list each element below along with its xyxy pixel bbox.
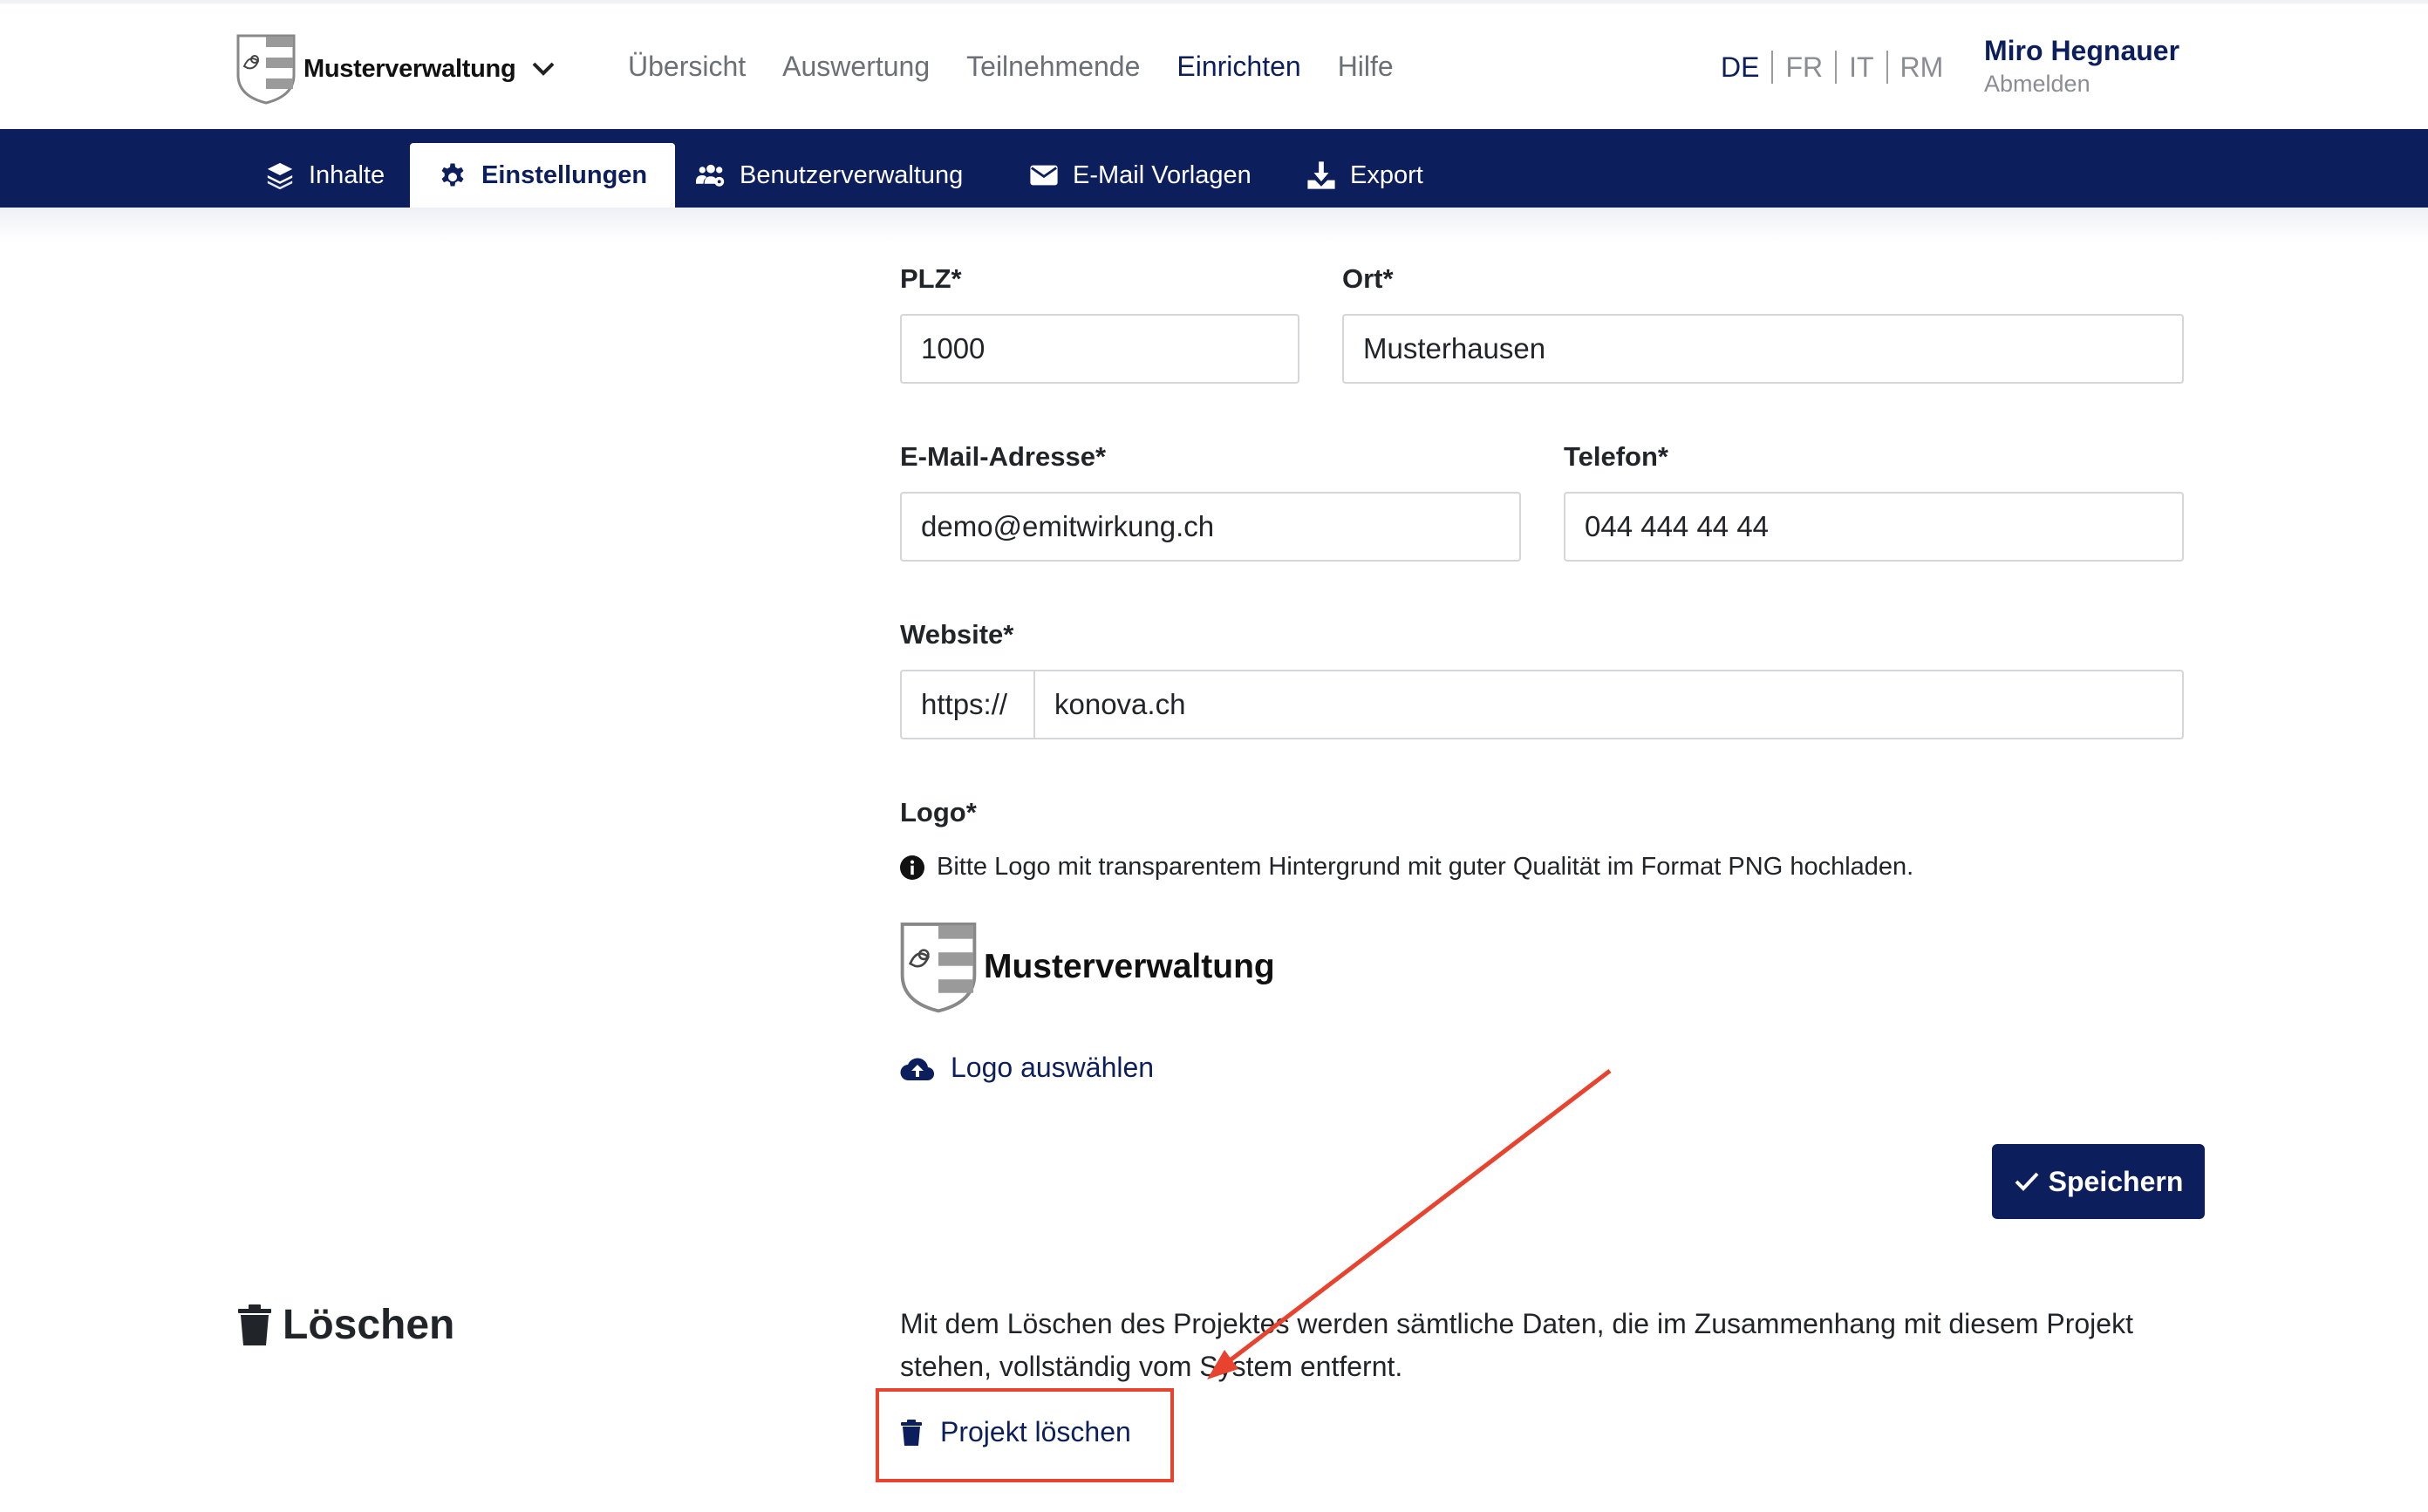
info-circle-icon	[900, 855, 924, 880]
lang-divider	[1771, 51, 1774, 84]
tab-label: Benutzerverwaltung	[740, 160, 964, 189]
lang-it[interactable]: IT	[1849, 51, 1873, 84]
trash-icon	[238, 1304, 271, 1345]
email-label: E-Mail-Adresse*	[900, 441, 1107, 472]
envelope-icon	[1030, 165, 1058, 186]
logo-preview: Musterverwaltung	[898, 921, 1275, 1013]
telefon-label: Telefon*	[1564, 441, 1668, 472]
lang-fr[interactable]: FR	[1785, 51, 1823, 84]
chevron-down-icon	[532, 62, 555, 76]
tab-email-vorlagen[interactable]: E-Mail Vorlagen	[1001, 143, 1279, 208]
crest-logo-icon	[900, 922, 977, 1013]
tab-inhalte[interactable]: Inhalte	[237, 143, 413, 208]
download-icon	[1307, 161, 1335, 189]
logout-link[interactable]: Abmelden	[1984, 71, 2179, 98]
lang-divider	[1886, 51, 1888, 84]
settings-subnav: Inhalte Einstellungen Benutzerverwaltung…	[0, 129, 2428, 208]
telefon-field[interactable]: 044 444 44 44	[1564, 492, 2184, 562]
subnav-shadow	[0, 208, 2428, 242]
nav-auswertung[interactable]: Auswertung	[782, 51, 930, 83]
gear-icon	[441, 163, 464, 187]
logo-hint: Bitte Logo mit transparentem Hintergrund…	[900, 853, 1913, 882]
cloud-upload-icon	[900, 1058, 935, 1080]
checkmark-icon	[2015, 1172, 2039, 1191]
nav-hilfe[interactable]: Hilfe	[1338, 51, 1394, 83]
email-field[interactable]: demo@emitwirkung.ch	[900, 492, 1521, 562]
layers-icon	[267, 162, 293, 190]
tab-label: Inhalte	[309, 160, 385, 189]
logo-upload-link[interactable]: Logo auswählen	[900, 1052, 1154, 1084]
tab-einstellungen[interactable]: Einstellungen	[410, 143, 676, 208]
tab-benutzerverwaltung[interactable]: Benutzerverwaltung	[668, 143, 991, 208]
users-gear-icon	[696, 164, 725, 187]
ort-field[interactable]: Musterhausen	[1342, 314, 2184, 384]
crest-logo-icon	[236, 34, 296, 105]
logo-label: Logo*	[900, 797, 977, 828]
tab-label: E-Mail Vorlagen	[1073, 160, 1252, 189]
save-button-label: Speichern	[2048, 1165, 2184, 1197]
plz-field[interactable]: 1000	[900, 314, 1299, 384]
logo-preview-name: Musterverwaltung	[984, 948, 1275, 985]
plz-label: PLZ*	[900, 263, 962, 294]
save-button[interactable]: Speichern	[1992, 1144, 2205, 1219]
user-menu: Miro Hegnauer Abmelden	[1984, 35, 2179, 98]
tab-label: Einstellungen	[481, 160, 648, 189]
lang-divider	[1835, 51, 1838, 84]
lang-de[interactable]: DE	[1721, 51, 1759, 84]
tab-export[interactable]: Export	[1279, 143, 1451, 208]
top-header: Musterverwaltung Übersicht Auswertung Te…	[0, 0, 2428, 129]
website-field[interactable]: konova.ch	[1033, 670, 2184, 739]
ort-label: Ort*	[1342, 263, 1394, 294]
tab-label: Export	[1350, 160, 1423, 189]
lang-rm[interactable]: RM	[1900, 51, 1944, 84]
user-name: Miro Hegnauer	[1984, 35, 2180, 66]
logo-hint-text: Bitte Logo mit transparentem Hintergrund…	[937, 853, 1914, 881]
logo-upload-label: Logo auswählen	[951, 1052, 1155, 1083]
website-prefix: https://	[900, 670, 1035, 739]
annotation-highlight-box	[876, 1388, 1174, 1482]
delete-description: Mit dem Löschen des Projektes werden säm…	[900, 1308, 2133, 1382]
brand-name: Musterverwaltung	[304, 54, 516, 83]
delete-title-text: Löschen	[283, 1302, 455, 1348]
main-nav: Übersicht Auswertung Teilnehmende Einric…	[628, 51, 1430, 83]
brand-switcher[interactable]: Musterverwaltung	[235, 33, 556, 105]
nav-einrichten[interactable]: Einrichten	[1176, 51, 1300, 83]
nav-uebersicht[interactable]: Übersicht	[628, 51, 746, 83]
language-switcher: DE FR IT RM	[1721, 51, 1943, 84]
nav-teilnehmende[interactable]: Teilnehmende	[966, 51, 1140, 83]
page: Musterverwaltung Übersicht Auswertung Te…	[0, 0, 2428, 1512]
delete-section-title: Löschen	[237, 1301, 454, 1349]
website-label: Website*	[900, 619, 1014, 650]
